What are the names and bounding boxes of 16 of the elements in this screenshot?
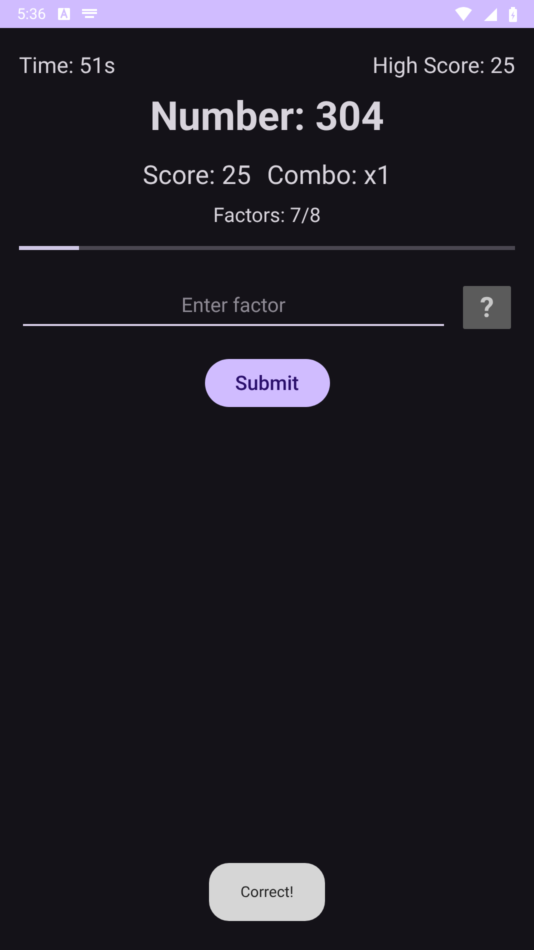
- help-button[interactable]: ?: [463, 286, 511, 329]
- wifi-icon: [455, 7, 472, 21]
- number-title: Number: 304: [150, 92, 384, 142]
- factors-label: Factors: 7/8: [213, 202, 321, 229]
- keyboard-icon: [82, 9, 97, 19]
- notification-icon: [58, 8, 70, 20]
- signal-icon: [484, 8, 497, 20]
- toast: Correct!: [209, 863, 325, 921]
- submit-button[interactable]: Submit: [204, 359, 330, 407]
- battery-icon: [509, 6, 517, 22]
- time-label: Time: 51s: [19, 53, 116, 81]
- high-score-label: High Score: 25: [372, 53, 515, 81]
- score-label: Score: 25: [142, 160, 251, 193]
- factor-input[interactable]: Enter factor: [23, 290, 444, 326]
- combo-label: Combo: x1: [266, 160, 392, 193]
- clock: 5:36: [17, 4, 46, 25]
